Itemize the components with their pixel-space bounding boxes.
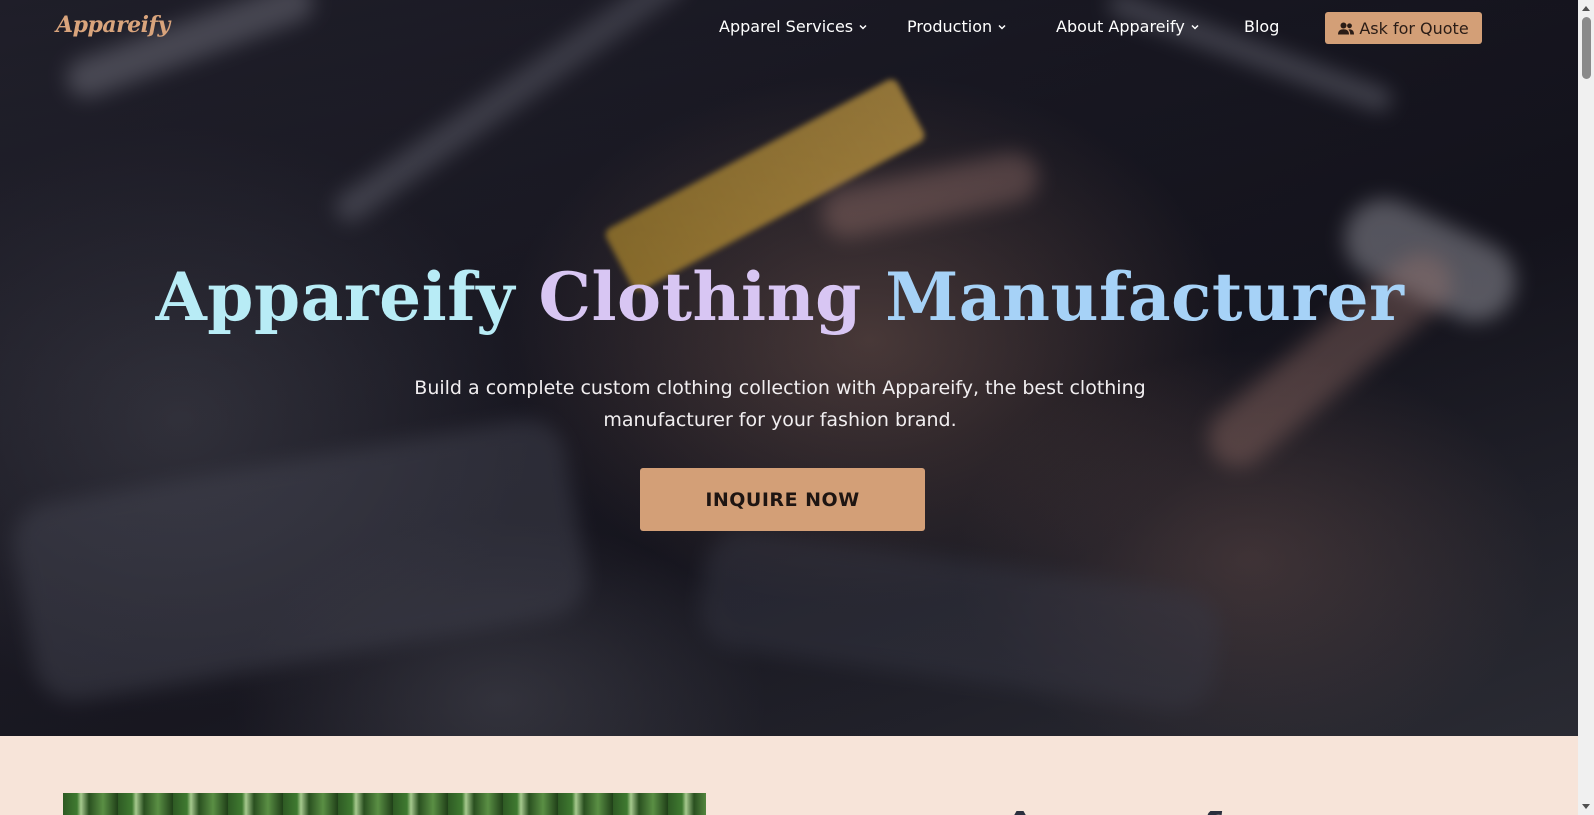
chevron-down-icon xyxy=(1191,24,1199,30)
nav-item-blog[interactable]: Blog xyxy=(1244,17,1279,36)
intro-image xyxy=(63,793,706,815)
chevron-down-icon xyxy=(859,24,867,30)
nav-item-label: Production xyxy=(907,17,993,36)
hero-section: Appareify Clothing Manufacturer Build a … xyxy=(0,0,1578,736)
vertical-scrollbar[interactable] xyxy=(1578,0,1594,815)
chevron-down-icon xyxy=(998,24,1006,30)
hero-overlay xyxy=(0,0,1578,736)
main-navigation: Appareify Apparel Services Production Ab… xyxy=(0,0,1578,56)
scrollbar-thumb[interactable] xyxy=(1582,17,1591,79)
scroll-up-arrow-icon[interactable] xyxy=(1578,0,1594,16)
ask-for-quote-label: Ask for Quote xyxy=(1359,18,1469,38)
intro-heading-partial xyxy=(1000,794,1260,815)
inquire-now-button[interactable]: INQUIRE NOW xyxy=(640,468,925,531)
nav-item-label: Apparel Services xyxy=(719,17,854,36)
intro-heading-glyphs xyxy=(1014,804,1223,815)
nav-item-production[interactable]: Production xyxy=(907,17,1007,36)
hero-title-word: Appareify xyxy=(155,258,515,336)
scroll-down-arrow-icon[interactable] xyxy=(1578,799,1594,815)
brand-logo[interactable]: Appareify xyxy=(56,12,170,38)
hero-title: Appareify Clothing Manufacturer xyxy=(0,258,1560,336)
hero-title-word: Manufacturer xyxy=(885,258,1405,336)
ask-for-quote-button[interactable]: Ask for Quote xyxy=(1325,12,1482,44)
nav-item-about[interactable]: About Appareify xyxy=(1056,17,1200,36)
nav-item-label: About Appareify xyxy=(1056,17,1185,36)
nav-item-apparel-services[interactable]: Apparel Services xyxy=(719,17,868,36)
hero-title-word: Clothing xyxy=(538,258,862,336)
nav-item-label: Blog xyxy=(1244,17,1280,36)
users-icon xyxy=(1338,22,1355,34)
hero-subtitle: Build a complete custom clothing collect… xyxy=(414,377,1146,431)
